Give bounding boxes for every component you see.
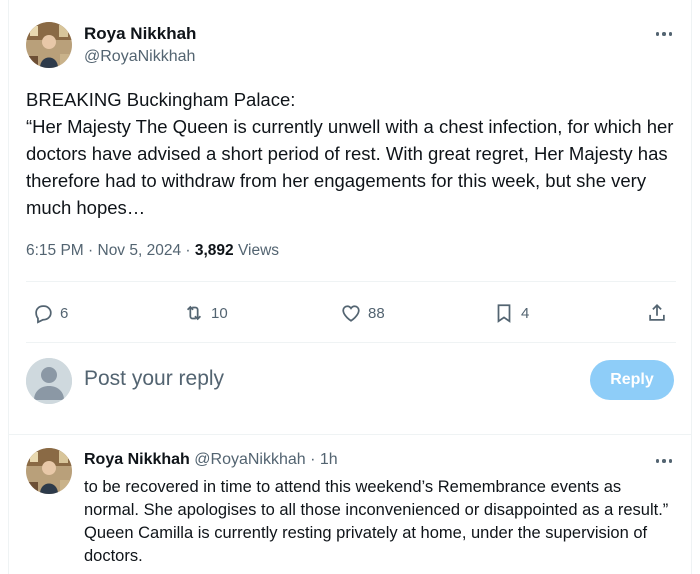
tweet-text: BREAKING Buckingham Palace: “Her Majesty… (26, 89, 674, 218)
reply-text: to be recovered in time to attend this w… (84, 478, 669, 565)
bookmark-button[interactable]: 4 (493, 296, 529, 330)
retweet-count: 10 (211, 304, 228, 322)
heart-icon (342, 305, 360, 322)
tweet-actions-bar: 6 10 88 4 (26, 296, 676, 330)
reply-dot: · (310, 451, 316, 468)
author-avatar[interactable] (26, 22, 72, 68)
reply-button[interactable]: 6 (32, 296, 68, 330)
meta-separator: · (181, 242, 195, 259)
more-horizontal-icon[interactable] (654, 455, 674, 467)
bookmark-count: 4 (521, 304, 530, 322)
divider (26, 342, 676, 343)
reply-count: 6 (60, 304, 69, 322)
author-handle[interactable]: @RoyaNikkhah (84, 48, 195, 66)
bookmark-icon (497, 304, 511, 323)
divider (26, 281, 676, 282)
section-divider (8, 434, 692, 435)
reply-submit-button[interactable]: Reply (590, 360, 674, 400)
share-icon (649, 303, 665, 321)
reply-time[interactable]: 1h (320, 451, 338, 468)
share-button[interactable] (646, 296, 668, 330)
reply-composer: Post your reply Reply (26, 356, 676, 404)
like-button[interactable]: 88 (340, 296, 385, 330)
retweet-icon (186, 305, 202, 321)
retweet-button[interactable]: 10 (183, 296, 228, 330)
like-count: 88 (368, 304, 385, 322)
reply-author-name[interactable]: Roya Nikkhah (84, 451, 190, 468)
author-name[interactable]: Roya Nikkhah (84, 24, 196, 44)
default-avatar-icon (26, 358, 72, 404)
views-count: 3,892 (194, 242, 234, 259)
reply-author-avatar[interactable] (26, 448, 72, 494)
views-label: Views (237, 242, 280, 259)
reply-author-handle[interactable]: @RoyaNikkhah (194, 451, 305, 468)
tweet-meta: 6:15 PM · Nov 5, 2024 · 3,892 Views (26, 242, 279, 260)
tweet-timestamp[interactable]: 6:15 PM · Nov 5, 2024 (26, 242, 181, 259)
user-avatar[interactable] (26, 358, 72, 404)
reply-header: Roya Nikkhah @RoyaNikkhah · 1h (84, 451, 338, 469)
reply-icon (35, 305, 52, 324)
reply-input[interactable]: Post your reply (84, 367, 224, 391)
more-horizontal-icon[interactable] (654, 28, 674, 40)
